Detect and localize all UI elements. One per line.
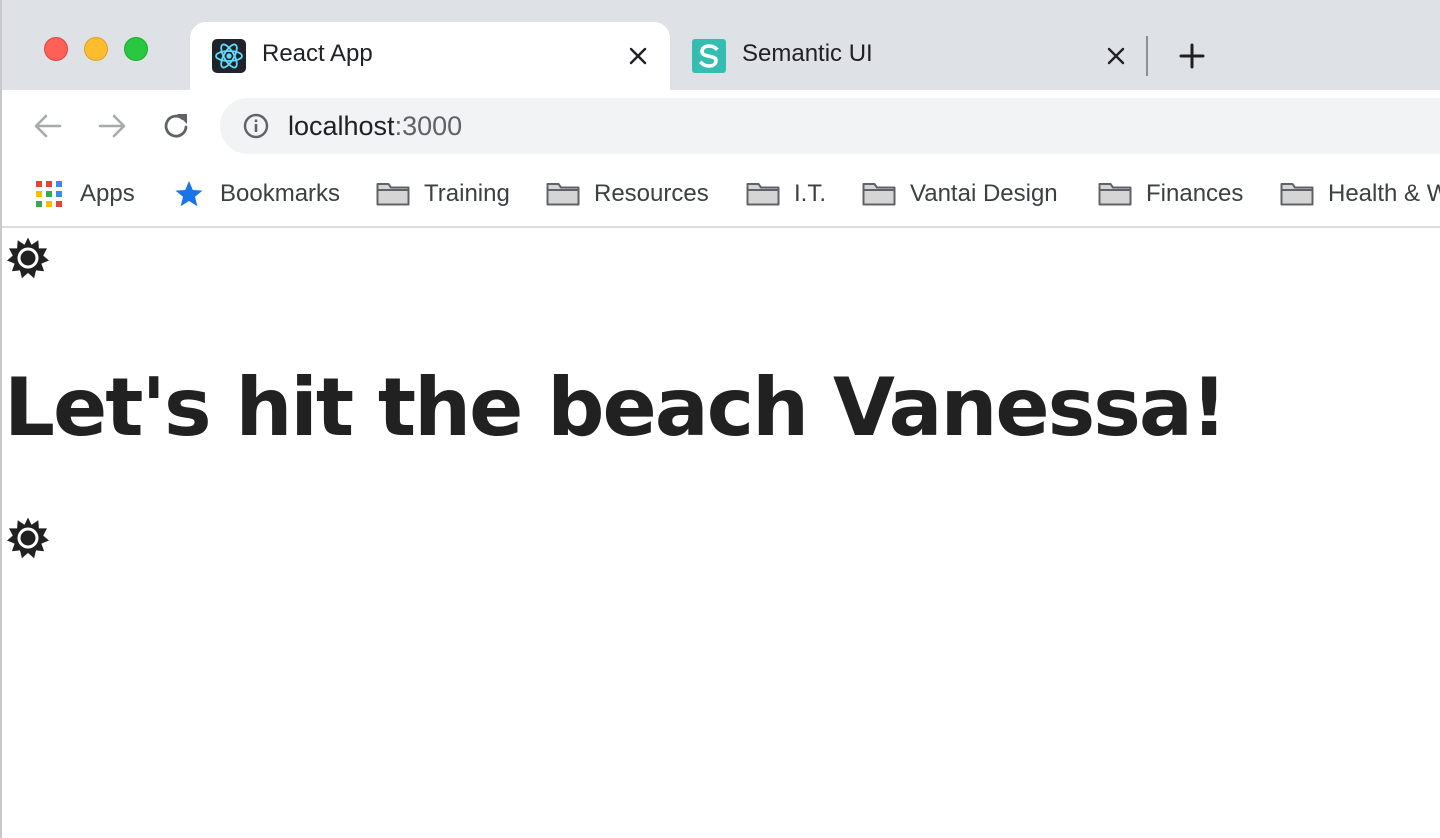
arrow-right-icon <box>98 114 126 138</box>
tab-title: Semantic UI <box>742 40 873 67</box>
bookmark-label: Training <box>424 180 510 207</box>
bookmarks-bar: Apps Bookmarks Training Resources I.T. V… <box>2 162 1440 228</box>
arrow-left-icon <box>34 114 62 138</box>
back-button[interactable] <box>28 106 68 146</box>
sun-icon <box>6 516 50 560</box>
tab-divider <box>1146 36 1148 76</box>
bookmark-label: I.T. <box>794 180 827 207</box>
address-bar[interactable]: localhost:3000 <box>220 98 1440 154</box>
forward-button[interactable] <box>92 106 132 146</box>
close-window-button[interactable] <box>44 37 68 61</box>
folder-icon <box>376 180 410 208</box>
bookmark-folder-training[interactable]: Training <box>376 172 510 216</box>
plus-icon <box>1179 43 1205 69</box>
apps-grid-icon <box>32 180 66 208</box>
browser-toolbar: localhost:3000 <box>2 90 1440 162</box>
react-icon <box>212 39 246 73</box>
bookmark-bookmarks[interactable]: Bookmarks <box>172 172 340 216</box>
bookmark-label: Resources <box>594 180 709 207</box>
new-tab-button[interactable] <box>1172 36 1212 76</box>
bookmark-label: Vantai Design <box>910 180 1058 207</box>
url-text: localhost:3000 <box>288 111 462 142</box>
bookmark-folder-it[interactable]: I.T. <box>746 172 826 216</box>
sun-icon <box>6 236 50 280</box>
tab-react-app[interactable]: React App <box>190 22 670 90</box>
tab-strip: React App Semantic UI <box>2 0 1440 90</box>
url-port: :3000 <box>394 111 463 141</box>
bookmark-label: Apps <box>80 180 135 207</box>
folder-icon <box>746 180 780 208</box>
folder-icon <box>862 180 896 208</box>
folder-icon <box>1098 180 1132 208</box>
reload-icon <box>164 114 188 138</box>
bookmark-folder-finances[interactable]: Finances <box>1098 172 1243 216</box>
minimize-window-button[interactable] <box>84 37 108 61</box>
browser-window: React App Semantic UI localhost:3000 App… <box>0 0 1440 838</box>
tab-title: React App <box>262 40 373 67</box>
page-content: Let's hit the beach Vanessa! <box>2 228 1440 838</box>
site-info-icon[interactable] <box>242 112 270 140</box>
close-tab-icon[interactable] <box>1100 40 1132 72</box>
bookmark-label: Bookmarks <box>220 180 341 207</box>
bookmark-folder-health[interactable]: Health & W <box>1280 172 1440 216</box>
bookmark-label: Health & W <box>1328 180 1440 207</box>
bookmark-folder-resources[interactable]: Resources <box>546 172 709 216</box>
folder-icon <box>546 180 580 208</box>
semantic-ui-icon <box>692 39 726 73</box>
bookmark-folder-vantai-design[interactable]: Vantai Design <box>862 172 1058 216</box>
tab-semantic-ui[interactable]: Semantic UI <box>670 22 1156 90</box>
folder-icon <box>1280 180 1314 208</box>
page-headline: Let's hit the beach Vanessa! <box>4 361 1227 454</box>
bookmark-label: Finances <box>1146 180 1244 207</box>
close-tab-icon[interactable] <box>622 40 654 72</box>
maximize-window-button[interactable] <box>124 37 148 61</box>
url-host: localhost <box>288 111 395 141</box>
bookmark-apps[interactable]: Apps <box>32 172 135 216</box>
reload-button[interactable] <box>156 106 196 146</box>
star-icon <box>172 180 206 208</box>
